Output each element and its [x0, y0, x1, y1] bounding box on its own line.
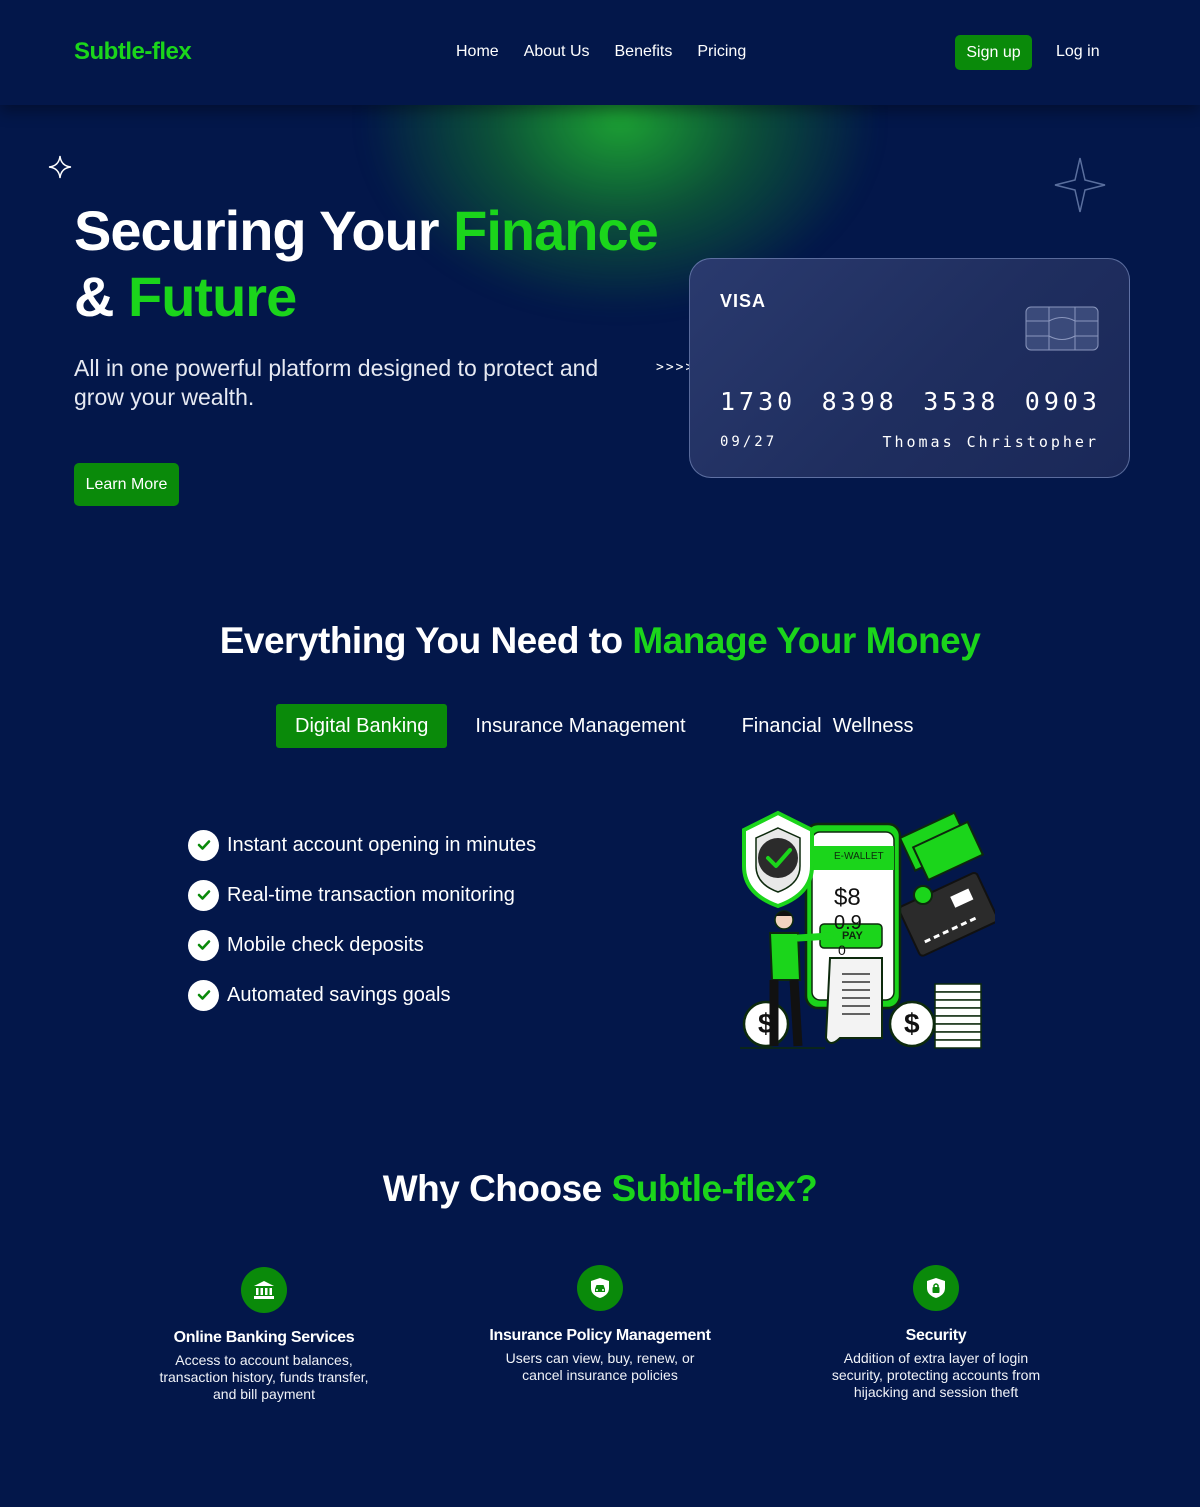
tab-digital-banking[interactable]: Digital Banking [276, 704, 448, 748]
hero-title-accent1: Finance [453, 199, 659, 262]
login-button[interactable]: Log in [1056, 43, 1100, 61]
wallet-amount-line: 0 [838, 942, 846, 958]
why-section-title: Why Choose Subtle-flex? [0, 1168, 1200, 1210]
navbar: Subtle-flex Home About Us Benefits Prici… [0, 0, 1200, 105]
card-brand: VISA [720, 291, 767, 311]
card-holder: Thomas Christopher [882, 433, 1099, 451]
hero-subtitle: All in one powerful platform designed to… [74, 355, 599, 410]
feature-text: Real-time transaction monitoring [227, 883, 515, 906]
hero-title: Securing Your Finance & Future [74, 198, 694, 330]
list-item: Mobile check deposits [188, 929, 536, 961]
check-icon [188, 829, 219, 861]
tab-financial-wellness[interactable]: Financial Wellness [742, 704, 914, 748]
nav-link-pricing[interactable]: Pricing [697, 43, 746, 61]
benefit-security: Security Addition of extra layer of logi… [821, 1265, 1051, 1401]
feature-text: Instant account opening in minutes [227, 833, 537, 856]
tab-insurance-management[interactable]: Insurance Management [475, 704, 685, 748]
logo[interactable]: Subtle-flex [74, 38, 192, 66]
car-shield-icon [577, 1265, 623, 1311]
manage-title-accent: Manage Your Money [632, 620, 981, 661]
benefit-title: Insurance Policy Management [489, 1327, 711, 1344]
dollar-coin-icon: $ [758, 1008, 774, 1039]
feature-text: Mobile check deposits [227, 933, 424, 956]
hero-title-accent2: Future [128, 265, 297, 328]
manage-title-part: Everything You Need to [219, 620, 633, 661]
benefit-desc: Access to account balances, transaction … [159, 1352, 369, 1402]
credit-card: VISA 1730 8398 3538 0903 09/27 Thomas Ch… [689, 258, 1130, 478]
card-expiry: 09/27 [720, 434, 778, 450]
sparkle-outline-icon [1054, 157, 1106, 213]
why-title-part: Why Choose [382, 1168, 612, 1209]
check-icon [188, 929, 219, 961]
nav-links: Home About Us Benefits Pricing [456, 43, 746, 61]
card-number-group: 1730 [720, 387, 797, 416]
feature-list: Instant account opening in minutes Real-… [188, 829, 537, 1030]
list-item: Real-time transaction monitoring [188, 879, 536, 911]
sparkle-icon [48, 155, 72, 179]
pay-label: PAY [842, 930, 863, 942]
benefit-title: Security [905, 1327, 967, 1344]
nav-link-about-us[interactable]: About Us [524, 43, 590, 61]
nav-link-home[interactable]: Home [456, 43, 499, 61]
chip-icon [1025, 306, 1099, 351]
wallet-label: E-WALLET [834, 851, 884, 862]
why-title-accent: Subtle-flex? [611, 1168, 818, 1209]
benefit-online-banking: Online Banking Services Access to accoun… [149, 1267, 379, 1403]
check-icon [188, 879, 219, 911]
card-number: 1730 8398 3538 0903 [720, 387, 1101, 416]
learn-more-button[interactable]: Learn More [74, 463, 179, 506]
manage-section-title: Everything You Need to Manage Your Money [0, 620, 1200, 662]
benefit-desc: Addition of extra layer of login securit… [831, 1350, 1041, 1400]
list-item: Automated savings goals [188, 979, 536, 1011]
card-number-group: 0903 [1024, 387, 1101, 416]
feature-tabs: Digital Banking Insurance Management Fin… [276, 704, 914, 748]
bank-icon [241, 1267, 287, 1313]
check-icon [188, 979, 219, 1011]
wallet-amount-line: $8 [834, 884, 861, 911]
hero-title-part2: & [74, 265, 128, 328]
benefit-desc: Users can view, buy, renew, or cancel in… [505, 1350, 695, 1383]
benefit-title: Online Banking Services [173, 1329, 355, 1346]
lock-shield-icon [913, 1265, 959, 1311]
card-number-group: 8398 [821, 387, 898, 416]
benefit-insurance: Insurance Policy Management Users can vi… [485, 1265, 715, 1384]
card-number-group: 3538 [923, 387, 1000, 416]
dollar-coin-icon: $ [904, 1008, 920, 1039]
signup-button[interactable]: Sign up [955, 35, 1032, 70]
nav-link-benefits[interactable]: Benefits [615, 43, 673, 61]
hero-title-part1: Securing Your [74, 199, 454, 262]
e-wallet-illustration: E-WALLET $8 0.9 0 PAY $ $ [730, 798, 999, 1054]
list-item: Instant account opening in minutes [188, 829, 537, 861]
feature-text: Automated savings goals [227, 983, 451, 1006]
